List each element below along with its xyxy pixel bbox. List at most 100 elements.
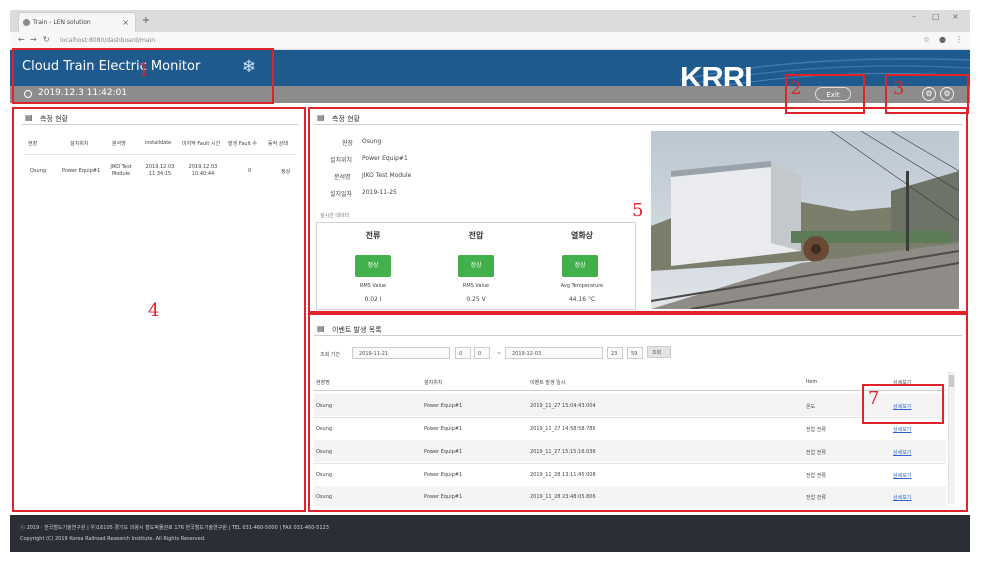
current-status-button[interactable]: 정상: [355, 255, 391, 277]
event-row-location: Power Equip#1: [424, 403, 463, 409]
event-row-datetime: 2019_11_27 14:58:58.786: [530, 426, 596, 432]
left-panel-header: ▤ 측정 현황: [22, 111, 298, 125]
field-value-installdate: 2019-11-25: [362, 189, 397, 196]
col-last-fault: 마지막 Fault 시간: [182, 141, 221, 147]
browser-tab[interactable]: Train - LEN solution ×: [18, 12, 136, 32]
event-row-datetime: 2019_11_28 23:48:05.806: [530, 494, 596, 500]
browser-menu-icon[interactable]: ⋮: [955, 35, 963, 44]
window-minimize-button[interactable]: –: [912, 12, 916, 21]
thermal-sub-label: Avg Temperature: [560, 283, 604, 289]
page-footer: [10, 515, 970, 552]
event-row-site: Osung: [316, 403, 333, 409]
annotation-marker-1: 1: [138, 60, 150, 81]
col-site: 현장: [28, 141, 38, 147]
site-panel-title: 측정 현황: [332, 115, 360, 123]
event-col-site: 현장명: [316, 380, 330, 386]
event-row-location: Power Equip#1: [424, 472, 463, 478]
field-label-module: 분석명: [334, 174, 351, 181]
table-divider: [24, 154, 296, 155]
site-photo: [651, 131, 959, 309]
window-close-button[interactable]: ×: [952, 12, 959, 21]
row-last-fault: 2019.12.03 10:40:44: [188, 164, 218, 177]
site-panel-header: ▤ 측정 현황: [314, 111, 962, 125]
browser-tab-strip: [10, 10, 970, 32]
event-row-location: Power Equip#1: [424, 426, 463, 432]
field-label-location: 설치위치: [330, 157, 353, 164]
table-row: [314, 394, 946, 416]
forward-icon[interactable]: →: [30, 35, 37, 44]
row-divider: [314, 417, 946, 418]
range-separator: ~: [497, 351, 502, 357]
footer-copyright: Copyright (C) 2019 Korea Railroad Resear…: [20, 536, 206, 542]
row-location: Power Equip#1: [62, 168, 101, 174]
event-row-datetime: 2019_11_28 13:11:45.008: [530, 472, 596, 478]
annotation-marker-4: 4: [148, 300, 160, 321]
hour-from-select[interactable]: 0: [455, 347, 471, 359]
row-installdate: 2019.12.03 11:34:15: [145, 164, 175, 177]
event-row-item: 전압 전류: [806, 427, 826, 433]
event-scrollbar[interactable]: [948, 372, 955, 504]
row-fault-count: 0: [248, 168, 252, 174]
minute-from-select[interactable]: 0: [474, 347, 490, 359]
event-row-location: Power Equip#1: [424, 494, 463, 500]
event-row-detail-link[interactable]: 상세보기: [893, 494, 911, 501]
col-status: 동작 상태: [268, 141, 288, 147]
window-maximize-button[interactable]: ▢: [932, 12, 940, 21]
star-icon[interactable]: ☆: [923, 35, 930, 44]
row-status: 정상: [281, 169, 291, 175]
thermal-value: 44.16 °C: [568, 296, 596, 303]
col-fault-count: 발생 Fault 수: [228, 141, 257, 147]
measure-thermal-name: 열화상: [570, 231, 594, 240]
hour-to-select[interactable]: 23: [607, 347, 623, 359]
event-row-item: 전압 전류: [806, 495, 826, 501]
footer-address: ⓒ 2019 · 한국철도기술연구원 | 우)16105 경기도 의왕시 철도박…: [20, 525, 329, 531]
col-location: 설치위치: [70, 141, 89, 147]
event-row-site: Osung: [316, 472, 333, 478]
event-row-item: 전압 전류: [806, 450, 826, 456]
field-label-site: 현장: [342, 140, 354, 147]
event-table-divider: [314, 390, 946, 391]
date-to-input[interactable]: 2019-12-03: [505, 347, 603, 359]
current-sub-label: RMS Value: [359, 283, 387, 289]
event-row-site: Osung: [316, 449, 333, 455]
search-button[interactable]: 조회: [647, 346, 671, 358]
voltage-status-button[interactable]: 정상: [458, 255, 494, 277]
panel-icon: ▤: [25, 113, 33, 122]
event-col-item: Item: [806, 379, 818, 385]
field-value-module: JIKO Test Module: [362, 172, 412, 179]
event-row-datetime: 2019_11_27 15:15:16.036: [530, 449, 596, 455]
annotation-marker-5: 5: [632, 200, 644, 221]
annotation-marker-2: 2: [790, 78, 802, 99]
voltage-sub-label: RMS Value: [462, 283, 490, 289]
reload-icon[interactable]: ↻: [43, 35, 50, 44]
event-row-detail-link[interactable]: 상세보기: [893, 426, 911, 433]
address-bar[interactable]: localhost:8080/dashboard/main: [60, 34, 880, 47]
row-site[interactable]: Osung: [30, 168, 46, 174]
profile-icon[interactable]: ●: [939, 35, 946, 44]
date-from-input[interactable]: 2019-11-21: [352, 347, 450, 359]
annotation-marker-7: 7: [868, 388, 880, 409]
new-tab-button[interactable]: +: [140, 15, 152, 27]
col-installdate: installdate: [145, 140, 172, 146]
back-icon[interactable]: ←: [18, 35, 25, 44]
event-row-detail-link[interactable]: 상세보기: [893, 472, 911, 479]
tab-close-icon[interactable]: ×: [122, 13, 129, 33]
thermal-status-button[interactable]: 정상: [562, 255, 598, 277]
event-row-detail-link[interactable]: 상세보기: [893, 449, 911, 456]
event-col-location: 설치위치: [424, 380, 443, 386]
left-panel-title: 측정 현황: [40, 115, 68, 123]
event-scrollbar-thumb[interactable]: [949, 375, 954, 387]
current-value: 0.02 I: [364, 296, 382, 303]
row-divider: [314, 463, 946, 464]
event-row-datetime: 2019_11_27 15:04:43.004: [530, 403, 596, 409]
field-value-site: Osung: [362, 138, 382, 145]
filter-label: 조회 기간: [320, 352, 340, 358]
measure-current-name: 전류: [365, 231, 381, 240]
col-module: 분석명: [112, 141, 126, 147]
voltage-value: 0.25 V: [466, 296, 486, 303]
event-row-item: 온도: [806, 404, 816, 410]
row-module: JIKO Test Module: [110, 164, 132, 177]
event-row-item: 전압 전류: [806, 473, 826, 479]
event-panel-title: 이벤트 발생 목록: [332, 326, 382, 334]
minute-to-select[interactable]: 59: [627, 347, 643, 359]
